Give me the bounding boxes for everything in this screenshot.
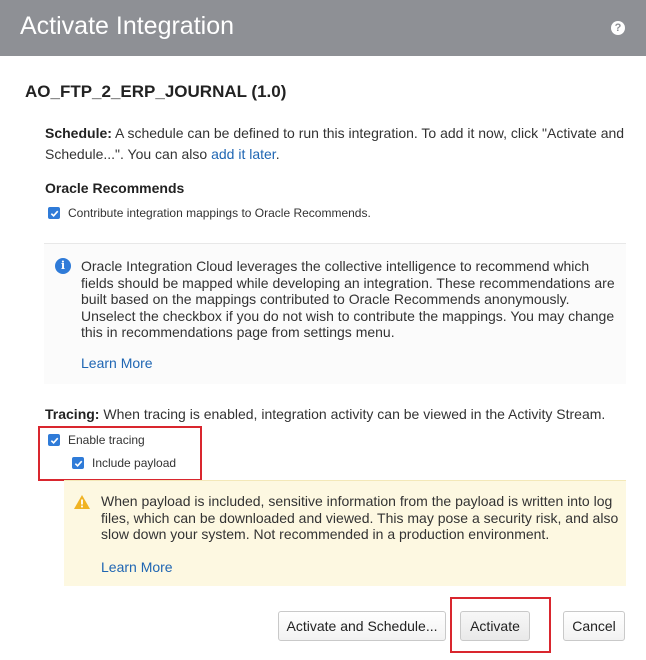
payload-warning-text: When payload is included, sensitive info… bbox=[101, 493, 619, 542]
tracing-label: Tracing: bbox=[45, 406, 100, 422]
schedule-text-end: . bbox=[275, 146, 280, 162]
schedule-description: Schedule: A schedule can be defined to r… bbox=[45, 123, 625, 165]
cancel-button[interactable]: Cancel bbox=[563, 611, 625, 641]
contribute-mappings-checkbox[interactable] bbox=[48, 207, 60, 219]
contribute-mappings-row[interactable]: Contribute integration mappings to Oracl… bbox=[48, 206, 371, 220]
activate-and-schedule-button[interactable]: Activate and Schedule... bbox=[278, 611, 446, 641]
contribute-mappings-label: Contribute integration mappings to Oracl… bbox=[68, 206, 371, 220]
oracle-recommends-heading: Oracle Recommends bbox=[45, 180, 185, 196]
checkmark-icon bbox=[50, 210, 58, 217]
add-it-later-link[interactable]: add it later bbox=[211, 146, 276, 162]
activate-highlight-box bbox=[450, 597, 551, 653]
recommends-learn-more-link[interactable]: Learn More bbox=[81, 355, 153, 371]
warning-icon bbox=[74, 495, 90, 509]
payload-learn-more-link[interactable]: Learn More bbox=[101, 559, 173, 575]
help-icon[interactable]: ? bbox=[611, 21, 625, 35]
recommends-info-text: Oracle Integration Cloud leverages the c… bbox=[81, 258, 615, 340]
recommends-info-box: i Oracle Integration Cloud leverages the… bbox=[44, 243, 626, 384]
info-icon: i bbox=[55, 258, 71, 274]
schedule-label: Schedule: bbox=[45, 125, 112, 141]
tracing-text: When tracing is enabled, integration act… bbox=[99, 406, 606, 422]
tracing-description: Tracing: When tracing is enabled, integr… bbox=[45, 406, 635, 422]
dialog-header: Activate Integration ? bbox=[0, 0, 646, 56]
schedule-text: A schedule can be defined to run this in… bbox=[45, 125, 625, 162]
dialog-title: Activate Integration bbox=[20, 12, 235, 40]
payload-warning-box: When payload is included, sensitive info… bbox=[64, 480, 626, 586]
tracing-highlight-box bbox=[38, 426, 202, 481]
integration-name: AO_FTP_2_ERP_JOURNAL (1.0) bbox=[25, 82, 287, 101]
